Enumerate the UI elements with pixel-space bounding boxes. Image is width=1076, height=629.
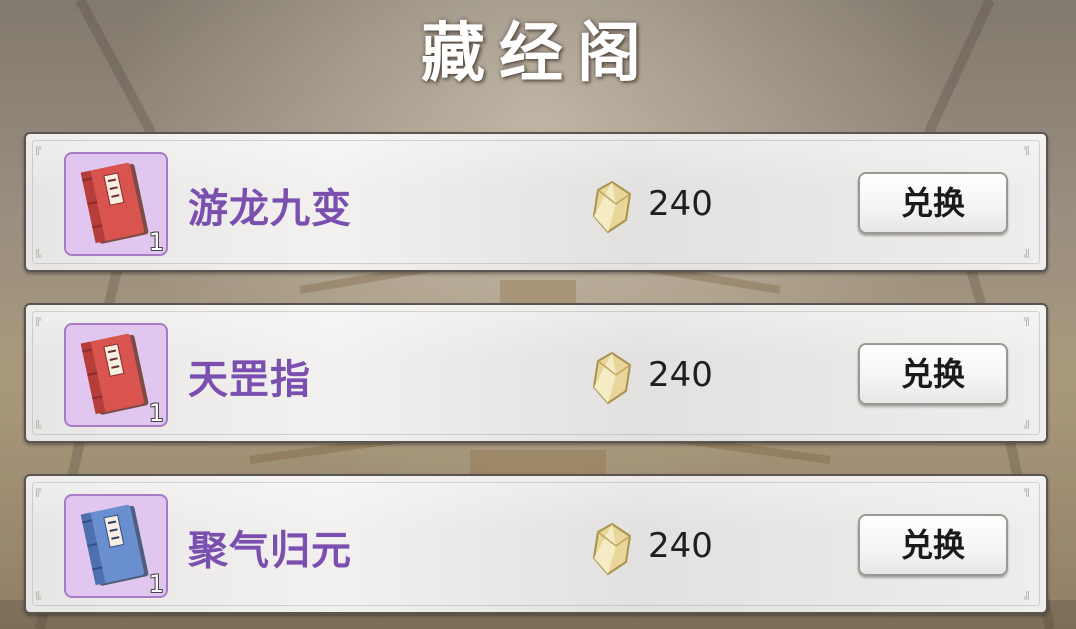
corner-ornament: ╗	[1024, 141, 1032, 155]
page-title: 藏经阁	[421, 16, 655, 91]
corner-ornament: ╔	[34, 483, 42, 497]
item-cost: 240	[648, 526, 713, 566]
corner-ornament: ╗	[1024, 483, 1032, 497]
crystal-icon	[592, 351, 632, 405]
corner-ornament: ╝	[1024, 420, 1032, 434]
item-icon-slot[interactable]: 1	[64, 494, 168, 598]
crystal-icon	[592, 180, 632, 234]
item-name: 天罡指	[188, 357, 311, 403]
item-cost: 240	[648, 355, 713, 395]
exchange-button[interactable]: 兑换	[858, 514, 1008, 576]
corner-ornament: ╚	[34, 420, 42, 434]
list-item: ╔ ╗ ╚ ╝ 1 聚气归元 240 兑换	[24, 474, 1048, 614]
item-quantity: 1	[148, 399, 164, 427]
item-icon-slot[interactable]: 1	[64, 152, 168, 256]
corner-ornament: ╔	[34, 312, 42, 326]
corner-ornament: ╗	[1024, 312, 1032, 326]
corner-ornament: ╚	[34, 591, 42, 605]
corner-ornament: ╝	[1024, 591, 1032, 605]
item-name: 聚气归元	[188, 528, 352, 574]
list-item: ╔ ╗ ╚ ╝ 1 天罡指 240 兑换	[24, 303, 1048, 443]
item-quantity: 1	[148, 228, 164, 256]
corner-ornament: ╚	[34, 249, 42, 263]
exchange-button[interactable]: 兑换	[858, 172, 1008, 234]
item-name: 游龙九变	[188, 186, 352, 232]
corner-ornament: ╔	[34, 141, 42, 155]
exchange-button[interactable]: 兑换	[858, 343, 1008, 405]
item-icon-slot[interactable]: 1	[64, 323, 168, 427]
item-cost: 240	[648, 184, 713, 224]
corner-ornament: ╝	[1024, 249, 1032, 263]
list-item: ╔ ╗ ╚ ╝ 1 游龙九变 240 兑换	[24, 132, 1048, 272]
item-quantity: 1	[148, 570, 164, 598]
crystal-icon	[592, 522, 632, 576]
